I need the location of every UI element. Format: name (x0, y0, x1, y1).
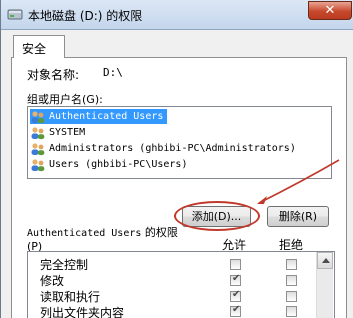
window-title: 本地磁盘 (D:) 的权限 (28, 9, 143, 23)
users-icon (31, 110, 45, 123)
permissions-scrollbar[interactable] (316, 252, 333, 318)
list-item-label: SYSTEM (49, 127, 86, 138)
list-item-label: Users (ghbibi-PC\Users) (49, 159, 188, 170)
users-icon (31, 158, 45, 171)
deny-checkbox-modify[interactable] (286, 275, 297, 286)
permission-name: 读取和执行 (40, 290, 101, 304)
drive-icon (7, 9, 23, 20)
close-button[interactable]: ✕ (308, 1, 352, 20)
deny-checkbox-read-execute[interactable] (286, 291, 297, 302)
allow-checkbox-modify[interactable]: ✔ (230, 273, 241, 286)
allow-checkbox-read-execute[interactable]: ✔ (230, 289, 241, 302)
list-item[interactable]: Administrators (ghbibi-PC\Administrators… (30, 141, 296, 156)
users-icon (31, 126, 45, 139)
scroll-up-button[interactable] (317, 252, 333, 269)
users-icon (31, 142, 45, 155)
list-item[interactable]: Authenticated Users (30, 109, 168, 124)
list-item-label: Authenticated Users (49, 111, 164, 122)
list-item[interactable]: SYSTEM (30, 125, 85, 140)
object-name-value: D:\ (103, 66, 123, 79)
permissions-dialog: 本地磁盘 (D:) 的权限 ✕ 安全 对象名称: D:\ 组或用户名(G): A… (0, 0, 353, 318)
allow-checkbox-full-control[interactable] (230, 259, 241, 270)
annotation-circle (174, 201, 260, 231)
permission-name: 修改 (40, 274, 65, 288)
list-item[interactable]: Users (ghbibi-PC\Users) (30, 157, 187, 172)
permission-name: 完全控制 (40, 258, 89, 272)
deny-checkbox-list-folder[interactable] (286, 306, 297, 317)
list-item-label: Administrators (ghbibi-PC\Administrators… (49, 143, 296, 154)
remove-button[interactable]: 删除(R) (267, 206, 329, 227)
deny-checkbox-full-control[interactable] (286, 259, 297, 270)
title-bar[interactable]: 本地磁盘 (D:) 的权限 ✕ (1, 0, 353, 30)
permission-name: 列出文件夹内容 (40, 306, 125, 318)
group-user-list[interactable]: Authenticated Users SYSTEM Administrator… (27, 106, 332, 179)
object-name-label: 对象名称: (27, 68, 80, 82)
tab-security[interactable]: 安全 (13, 35, 65, 58)
chevron-up-icon (322, 258, 330, 263)
group-list-label: 组或用户名(G): (27, 93, 103, 106)
allow-checkbox-list-folder[interactable]: ✔ (230, 304, 241, 317)
permissions-label: Authenticated Users 的权限 (P) (27, 226, 178, 253)
